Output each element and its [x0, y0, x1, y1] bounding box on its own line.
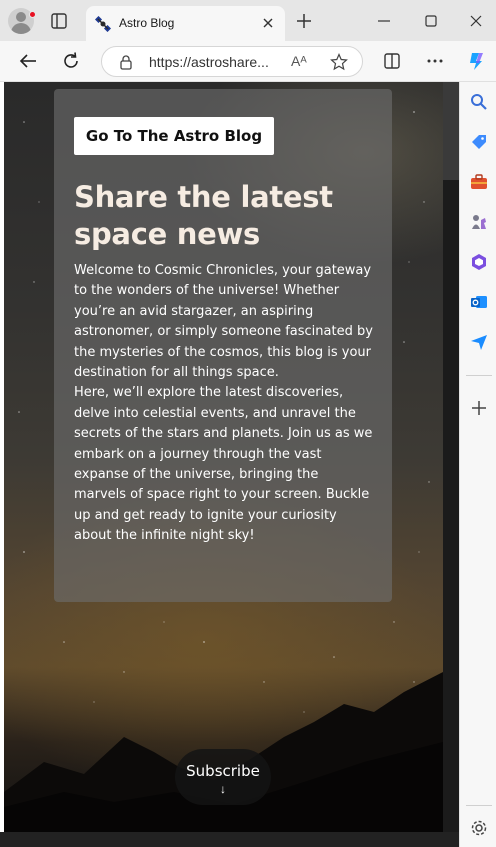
sidebar-divider-bottom — [466, 805, 492, 806]
maximize-icon[interactable] — [422, 12, 440, 30]
tab-title: Astro Blog — [119, 16, 175, 30]
url-text[interactable]: https://astroshare... — [149, 54, 269, 70]
page-viewport: Go To The Astro Blog Share the latest sp… — [4, 82, 443, 832]
edge-sidebar — [459, 82, 496, 847]
tab-astro-blog[interactable]: Astro Blog — [86, 6, 285, 41]
satellite-icon — [95, 16, 111, 32]
send-icon[interactable] — [469, 332, 489, 352]
navigation-toolbar: https://astroshare... Aᴬ — [0, 41, 496, 82]
close-window-icon[interactable] — [467, 12, 485, 30]
search-icon[interactable] — [469, 92, 489, 112]
lock-icon[interactable] — [118, 54, 134, 70]
split-screen-icon[interactable] — [381, 50, 403, 72]
hero-description: Welcome to Cosmic Chronicles, your gatew… — [74, 261, 374, 547]
add-icon[interactable] — [469, 398, 489, 418]
office-icon[interactable] — [469, 252, 489, 272]
favorite-star-icon[interactable] — [330, 53, 348, 71]
go-to-blog-button[interactable]: Go To The Astro Blog — [74, 117, 274, 155]
subscribe-label: Subscribe — [186, 762, 260, 780]
toolbox-icon[interactable] — [469, 172, 489, 192]
close-tab-icon[interactable] — [260, 15, 276, 31]
new-tab-icon[interactable] — [295, 12, 313, 30]
tab-strip: Astro Blog — [0, 0, 496, 41]
refresh-icon[interactable] — [60, 50, 82, 72]
address-bar[interactable]: https://astroshare... Aᴬ — [101, 46, 363, 77]
copilot-icon[interactable] — [466, 50, 488, 72]
outlook-icon[interactable] — [469, 292, 489, 312]
arrow-down-icon: ↓ — [220, 782, 226, 796]
page-title: Share the latest space news — [74, 180, 333, 251]
more-options-icon[interactable] — [424, 50, 446, 72]
page-bottom-edge — [0, 832, 459, 847]
profile-head-icon — [16, 12, 26, 22]
hero-card: Go To The Astro Blog Share the latest sp… — [54, 89, 392, 602]
tag-icon[interactable] — [469, 132, 489, 152]
minimize-icon[interactable] — [375, 12, 393, 30]
sidebar-divider — [466, 375, 492, 376]
read-aloud-icon[interactable]: Aᴬ — [291, 53, 307, 69]
settings-icon[interactable] — [469, 818, 489, 838]
intro-paragraph: Welcome to Cosmic Chronicles, your gatew… — [74, 263, 373, 381]
details-paragraph: Here, we’ll explore the latest discoveri… — [74, 385, 373, 544]
profile-body-icon — [11, 23, 31, 34]
subscribe-button[interactable]: Subscribe ↓ — [175, 749, 271, 805]
profile-notification-badge — [29, 11, 36, 18]
scrollbar-thumb[interactable] — [443, 82, 459, 180]
chess-icon[interactable] — [469, 212, 489, 232]
tab-actions-icon[interactable] — [48, 10, 70, 32]
page-scrollbar[interactable] — [443, 82, 459, 832]
back-icon[interactable] — [17, 50, 39, 72]
